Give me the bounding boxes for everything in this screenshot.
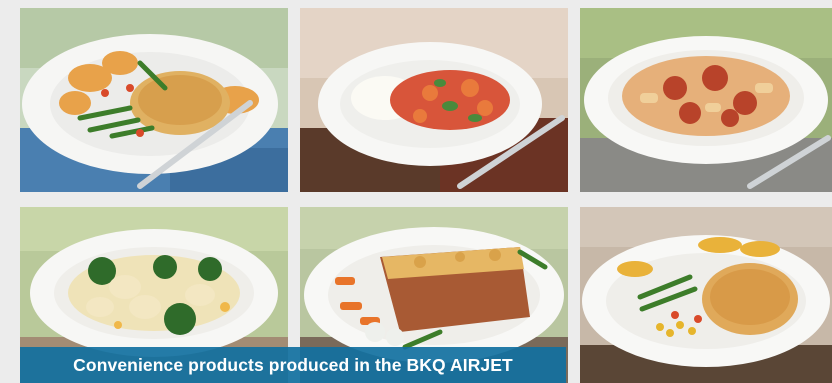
plate-rigatoni-meatballs-image	[580, 8, 832, 192]
plate-schnitzel-wedges-vegetables-image	[580, 207, 832, 383]
plate-chicken-potatoes-beans-image	[20, 8, 288, 192]
caption-text: Convenience products produced in the BKQ…	[73, 355, 513, 375]
caption-banner: Convenience products produced in the BKQ…	[20, 347, 566, 383]
plate-rice-stirfry-image	[300, 8, 568, 192]
